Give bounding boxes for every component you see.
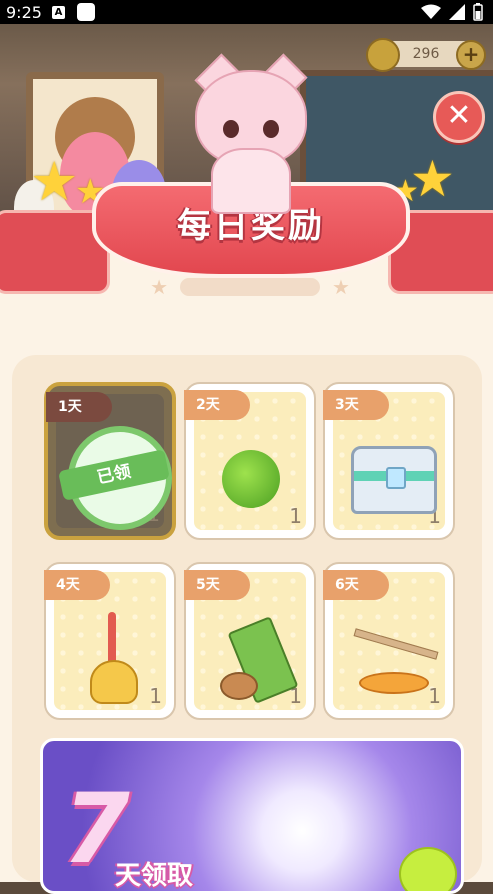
reward-quantity: 1 [149,684,162,708]
coin-icon [366,38,400,72]
bell-icon [90,660,138,704]
day-label: 1天 [46,392,112,422]
star-icon: ★ [150,275,168,299]
battery-icon [473,3,483,21]
cat-eye [263,120,279,138]
reward-card-day-5[interactable]: 5天 1 [184,562,316,720]
day-label: 4天 [44,570,110,600]
app-notification-icon [76,3,95,21]
reward-card-day-1[interactable]: 1天 已领 1 [44,382,176,540]
cat-body [211,148,291,214]
reward-card-day-4[interactable]: 4天 1 [44,562,176,720]
day-label: 5天 [184,570,250,600]
cat-eye [223,120,239,138]
day-label: 3天 [323,390,389,420]
reward-card-day-6[interactable]: 6天 1 [323,562,455,720]
status-bar: 9:25 A [0,0,493,24]
frog-icon [399,847,457,891]
reward-quantity: 1 [289,504,302,528]
notification-icon: A [51,5,65,19]
wifi-icon [421,4,441,19]
star-icon: ★ [332,275,350,299]
cookie-icon [220,672,258,700]
fish-toy-icon [359,672,429,694]
signal-icon [449,4,465,20]
day-7-label: 天领取 [115,861,194,891]
title-decoration: ★ ★ [150,270,350,304]
day-label: 2天 [184,390,250,420]
reward-card-day-3[interactable]: 3天 1 [323,382,455,540]
reward-card-day-7[interactable]: 7 天领取 [40,738,464,894]
day-label: 6天 [323,570,389,600]
green-ball-icon [222,450,280,508]
status-time: 9:25 [6,2,42,22]
pink-cat-mascot [193,53,308,214]
treasure-chest-icon [351,446,437,514]
close-button[interactable]: ✕ [433,91,485,143]
reward-card-day-2[interactable]: 2天 1 [184,382,316,540]
reward-quantity: 1 [428,684,441,708]
decor-bar [180,278,320,296]
add-coins-button[interactable]: + [456,40,486,70]
